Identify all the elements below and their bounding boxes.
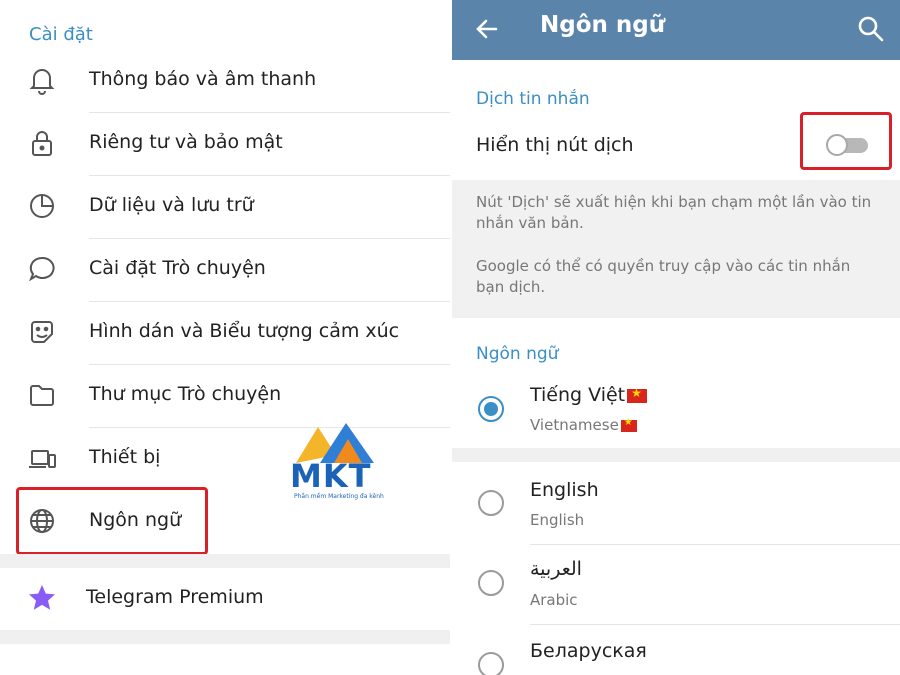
page-title: Ngôn ngữ [540, 12, 666, 38]
menu-item-label: Hình dán và Biểu tượng cảm xúc [89, 320, 400, 342]
show-translate-label: Hiển thị nút dịch [476, 134, 634, 156]
divider [530, 544, 900, 545]
menu-item-stickers[interactable]: Hình dán và Biểu tượng cảm xúc [0, 302, 450, 365]
radio-unselected[interactable] [478, 652, 504, 675]
translate-section-title: Dịch tin nhắn [476, 89, 590, 109]
settings-section-title: Cài đặt [29, 24, 93, 45]
sticker-icon [26, 316, 58, 348]
star-icon [26, 582, 58, 614]
menu-item-telegram-premium[interactable]: Telegram Premium [0, 568, 450, 630]
menu-item-label: Telegram Premium [86, 586, 264, 608]
chat-bubble-icon [26, 253, 58, 285]
settings-panel: Cài đặt Thông báo và âm thanh Riêng tư v… [0, 0, 450, 675]
translate-info-1: Nút 'Dịch' sẽ xuất hiện khi bạn chạm một… [476, 193, 872, 232]
radio-unselected[interactable] [478, 570, 504, 596]
bell-icon [26, 64, 58, 96]
language-name: العربية [530, 558, 582, 580]
section-gap [0, 630, 450, 644]
mkt-logo: MKT Phần mềm Marketing đa kênh [286, 421, 386, 507]
menu-item-label: Thông báo và âm thanh [89, 68, 317, 90]
translate-info-2: Google có thể có quyền truy cập vào các … [476, 257, 851, 296]
language-item-arabic[interactable]: العربية Arabic [452, 550, 900, 624]
app-bar: Ngôn ngữ [452, 0, 900, 60]
devices-icon [26, 442, 58, 474]
menu-item-label: Cài đặt Trò chuyện [89, 257, 266, 279]
language-panel: Ngôn ngữ Dịch tin nhắn Hiển thị nút dịch… [452, 0, 900, 675]
divider [530, 624, 900, 625]
menu-item-label: Thư mục Trò chuyện [89, 383, 282, 405]
language-name: English [530, 479, 599, 501]
section-gap [0, 554, 450, 568]
menu-item-label: Riêng tư và bảo mật [89, 131, 283, 153]
language-name: Беларуская [530, 640, 647, 662]
vietnam-flag-icon [627, 386, 648, 403]
toggle-highlight-box [800, 112, 892, 170]
language-name: Tiếng Việt [530, 384, 648, 406]
language-section-title: Ngôn ngữ [476, 344, 559, 364]
language-highlight-box [16, 487, 208, 555]
language-subtitle: Arabic [530, 591, 578, 609]
language-item-belarusian[interactable]: Беларуская [452, 630, 900, 675]
lock-icon [26, 127, 58, 159]
logo-text: MKT [290, 457, 372, 495]
menu-item-data-storage[interactable]: Dữ liệu và lưu trữ [0, 176, 450, 239]
radio-selected[interactable] [478, 396, 504, 422]
folder-icon [26, 379, 58, 411]
menu-item-label: Thiết bị [89, 446, 161, 468]
language-item-english[interactable]: English English [452, 470, 900, 544]
search-icon[interactable] [856, 14, 886, 44]
radio-unselected[interactable] [478, 490, 504, 516]
back-arrow-icon[interactable] [472, 14, 502, 44]
menu-item-privacy[interactable]: Riêng tư và bảo mật [0, 113, 450, 176]
language-item-vietnamese[interactable]: Tiếng Việt Vietnamese [452, 378, 900, 448]
translate-info-box: Nút 'Dịch' sẽ xuất hiện khi bạn chạm một… [452, 180, 900, 318]
logo-tagline: Phần mềm Marketing đa kênh [294, 493, 384, 500]
menu-item-chat-folders[interactable]: Thư mục Trò chuyện [0, 365, 450, 428]
language-subtitle: English [530, 511, 585, 529]
pie-chart-icon [26, 190, 58, 222]
language-subtitle: Vietnamese [530, 416, 637, 434]
menu-item-label: Dữ liệu và lưu trữ [89, 194, 254, 216]
section-gap [452, 448, 900, 462]
menu-item-chat-settings[interactable]: Cài đặt Trò chuyện [0, 239, 450, 302]
vietnam-flag-icon [620, 417, 637, 432]
menu-item-notifications[interactable]: Thông báo và âm thanh [0, 50, 450, 113]
